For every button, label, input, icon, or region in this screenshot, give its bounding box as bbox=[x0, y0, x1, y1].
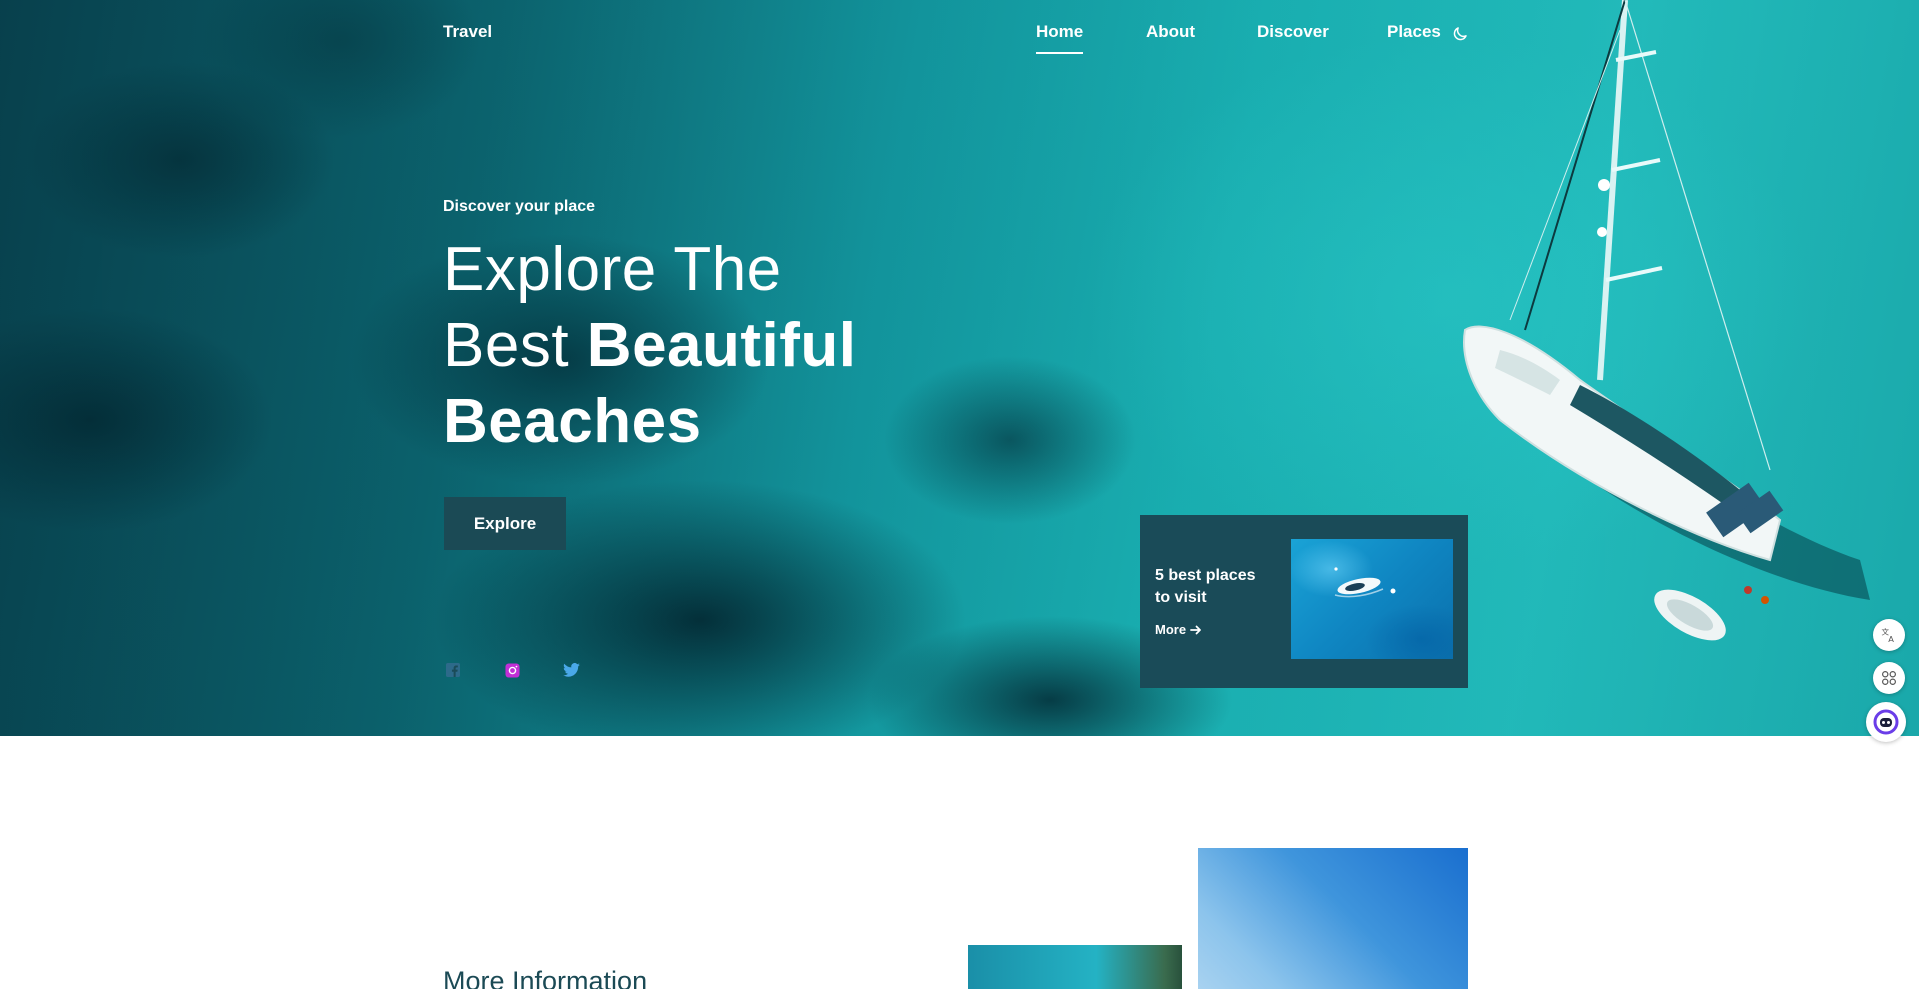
places-card-image[interactable] bbox=[1291, 539, 1453, 659]
arrow-right-icon bbox=[1190, 625, 1201, 634]
facebook-icon bbox=[446, 663, 460, 677]
instagram-link[interactable] bbox=[505, 663, 520, 678]
explore-button[interactable]: Explore bbox=[444, 497, 566, 550]
places-card-title: 5 best places to visit bbox=[1155, 567, 1256, 606]
svg-text:A: A bbox=[1888, 634, 1894, 644]
info-image-coast bbox=[968, 945, 1182, 989]
small-boat-image bbox=[1334, 567, 1396, 598]
sailboat-image bbox=[1463, 0, 1870, 641]
places-card: 5 best places to visit More bbox=[1140, 515, 1468, 688]
headline-line-1: Explore The bbox=[443, 235, 782, 304]
more-link[interactable]: More bbox=[1155, 622, 1202, 637]
headline-line-2-bold: Beautiful bbox=[586, 311, 857, 380]
translate-button[interactable]: 文 A bbox=[1873, 619, 1905, 651]
hero-headline: Explore The Best Beautiful Beaches bbox=[443, 232, 963, 460]
hero-subtitle: Discover your place bbox=[443, 198, 596, 215]
translate-icon: 文 A bbox=[1882, 626, 1895, 644]
headline-line-3-bold: Beaches bbox=[443, 387, 702, 456]
twitter-link[interactable] bbox=[563, 663, 580, 677]
moon-icon[interactable] bbox=[1451, 25, 1469, 43]
nav-link-discover[interactable]: Discover bbox=[1257, 22, 1329, 42]
info-image-sky bbox=[1198, 848, 1468, 989]
nav-link-home[interactable]: Home bbox=[1036, 22, 1084, 54]
assistant-icon bbox=[1873, 709, 1899, 735]
nav-link-places[interactable]: Places bbox=[1387, 22, 1441, 42]
twitter-icon bbox=[563, 663, 580, 677]
nav-link-about[interactable]: About bbox=[1146, 22, 1195, 42]
headline-line-2-regular: Best bbox=[443, 311, 570, 380]
assistant-button[interactable] bbox=[1866, 702, 1906, 742]
facebook-link[interactable] bbox=[446, 663, 460, 677]
apps-button[interactable] bbox=[1873, 662, 1905, 694]
hero-section: Travel Home About Discover Places Discov… bbox=[0, 0, 1919, 736]
more-information-title: More Information bbox=[443, 966, 648, 989]
logo-link[interactable]: Travel bbox=[443, 22, 492, 42]
instagram-icon bbox=[505, 663, 520, 678]
more-link-label: More bbox=[1155, 622, 1187, 637]
apps-icon bbox=[1882, 671, 1896, 685]
